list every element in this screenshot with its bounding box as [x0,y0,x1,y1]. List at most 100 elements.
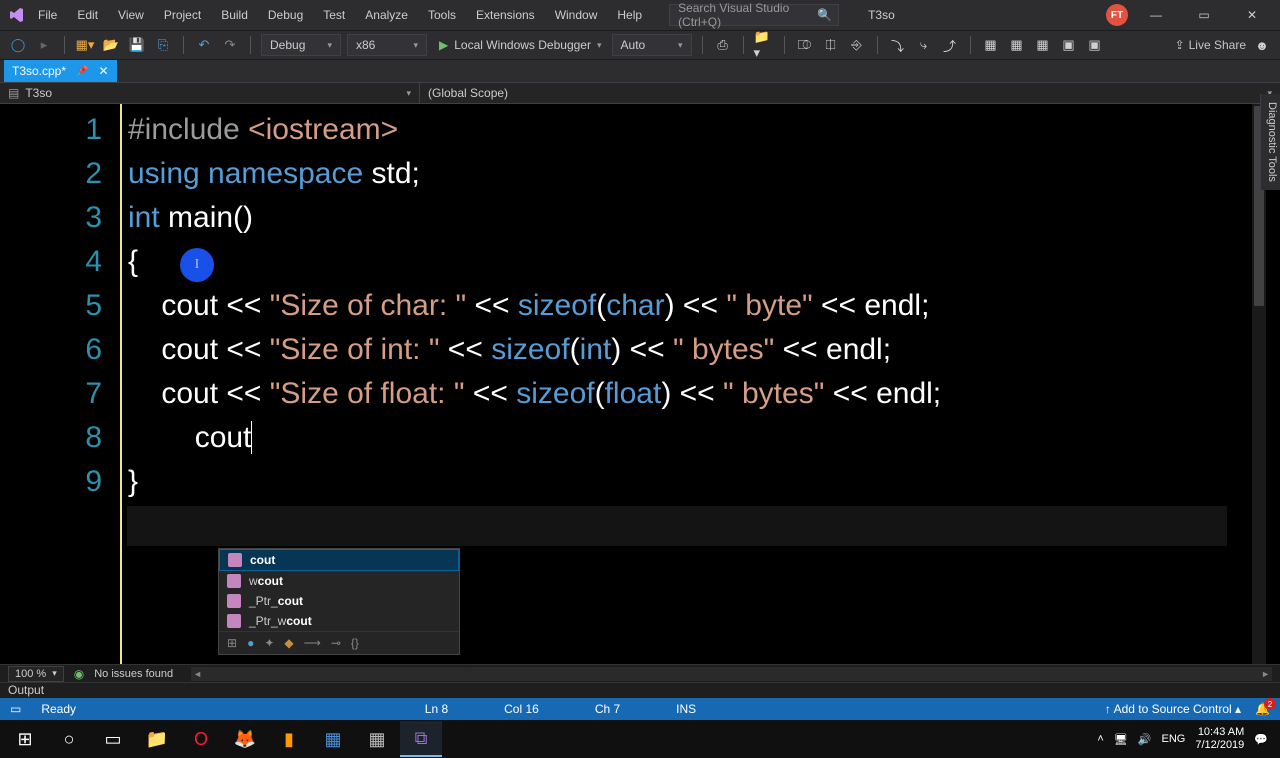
tb-x5-icon[interactable]: ▣ [1085,35,1105,55]
step-into-icon[interactable]: ⤷ [914,35,934,55]
statusbar: ▭ Ready Ln 8 Col 16 Ch 7 INS ↑ Add to So… [0,698,1280,720]
intellisense-item[interactable]: wcout [219,571,459,591]
menu-view[interactable]: View [110,4,152,26]
code-editor[interactable]: 123 456 789 #include <iostream> using na… [0,104,1280,664]
tb-x2-icon[interactable]: ▦ [1007,35,1027,55]
filter-icon[interactable]: ⊞ [227,636,237,650]
search-input[interactable]: Search Visual Studio (Ctrl+Q) 🔍 [669,4,839,26]
open-icon[interactable]: 📂 [101,35,121,55]
intellisense-item[interactable]: cout [219,549,459,571]
app-icon[interactable]: ▦ [312,721,354,757]
scope-project-combo[interactable]: ▤ T3so ▾ [0,83,420,103]
toolbar: ◯ ▸ ▦▾ 📂 💾 ⎘ ↶ ↷ Debug x86 ▶ Local Windo… [0,30,1280,60]
user-avatar[interactable]: FT [1106,4,1128,26]
tb-misc-4-icon[interactable]: ⎆ [847,35,867,55]
menubar: File Edit View Project Build Debug Test … [0,0,1280,30]
diagnostic-tools-tab[interactable]: Diagnostic Tools [1260,94,1280,190]
auto-combo[interactable]: Auto [612,34,692,56]
platform-combo[interactable]: x86 [347,34,427,56]
opera-icon[interactable]: O [180,721,222,757]
tab-pin-icon[interactable]: 📌 [76,66,88,77]
sublime-icon[interactable]: ▮ [268,721,310,757]
intellisense-item[interactable]: _Ptr_wcout [219,611,459,631]
horizontal-scrollbar[interactable]: ◄ ► [191,667,1272,681]
tray-volume-icon[interactable]: 🔊 [1138,733,1152,746]
menu-build[interactable]: Build [213,4,256,26]
nav-back-icon[interactable]: ◯ [8,35,28,55]
scope-function-combo[interactable]: (Global Scope) ▾ [420,83,1280,103]
member-icon [227,594,241,608]
zoom-combo[interactable]: 100 %▾ [8,666,64,682]
menu-file[interactable]: File [30,4,65,26]
member-icon [228,553,242,567]
filter-icon[interactable]: ✦ [264,636,274,650]
step-over-icon[interactable]: ⤵ [888,35,908,55]
notification-bell-icon[interactable]: 🔔2 [1255,702,1270,716]
tb-misc-2-icon[interactable]: ⎄ [795,35,815,55]
menu-analyze[interactable]: Analyze [357,4,416,26]
windows-taskbar: ⊞ ○ ▭ 📁 O 🦊 ▮ ▦ ▦ ⧉ ˄ 🖥 🔊 ENG 10:43 AM 7… [0,720,1280,758]
menu-extensions[interactable]: Extensions [468,4,543,26]
menu-project[interactable]: Project [156,4,209,26]
menu-debug[interactable]: Debug [260,4,311,26]
tab-close-icon[interactable]: ✕ [98,64,108,78]
live-share-button[interactable]: ⇪Live Share [1175,38,1246,52]
filter-icon[interactable]: ◆ [284,636,293,650]
scroll-right-icon[interactable]: ► [1261,669,1270,679]
undo-icon[interactable]: ↶ [194,35,214,55]
file-tab-active[interactable]: T3so.cpp* 📌 ✕ [4,60,117,82]
search-taskbar-icon[interactable]: ○ [48,721,90,757]
new-project-icon[interactable]: ▦▾ [75,35,95,55]
save-icon[interactable]: 💾 [127,35,147,55]
output-panel-header[interactable]: Output [0,682,1280,698]
filter-icon[interactable]: {} [351,636,359,650]
cpp-file-icon: ▤ [8,86,19,100]
maximize-button[interactable]: ▭ [1184,4,1224,26]
visual-studio-taskbar-icon[interactable]: ⧉ [400,721,442,757]
filter-icon[interactable]: ⊸ [331,636,341,650]
status-ready: Ready [41,702,76,716]
filter-icon[interactable]: ⟶ [304,636,321,650]
tb-x3-icon[interactable]: ▦ [1033,35,1053,55]
tabbar: T3so.cpp* 📌 ✕ [0,60,1280,82]
feedback-icon[interactable]: ☻ [1252,35,1272,55]
menu-tools[interactable]: Tools [420,4,464,26]
intellisense-filters[interactable]: ⊞ ● ✦ ◆ ⟶ ⊸ {} [219,631,459,654]
intellisense-item[interactable]: _Ptr_cout [219,591,459,611]
filter-icon[interactable]: ● [247,636,254,650]
tray-chevron-up-icon[interactable]: ˄ [1097,733,1103,745]
system-tray: ˄ 🖥 🔊 ENG 10:43 AM 7/12/2019 💬 [1097,726,1276,752]
intellisense-popup[interactable]: cout wcout _Ptr_cout _Ptr_wcout ⊞ ● ✦ ◆ … [218,548,460,655]
config-combo[interactable]: Debug [261,34,341,56]
app-icon-2[interactable]: ▦ [356,721,398,757]
tb-x4-icon[interactable]: ▣ [1059,35,1079,55]
close-button[interactable]: ✕ [1232,4,1272,26]
tray-network-icon[interactable]: 🖥 [1114,733,1128,746]
firefox-icon[interactable]: 🦊 [224,721,266,757]
line-gutter: 123 456 789 [0,104,120,664]
menu-test[interactable]: Test [315,4,353,26]
tray-notifications-icon[interactable]: 💬 [1254,733,1268,746]
play-icon[interactable]: ▶ [439,38,448,52]
redo-icon[interactable]: ↷ [220,35,240,55]
tb-misc-1-icon[interactable]: 📁▾ [754,35,774,55]
mouse-cursor-icon: I [180,248,214,282]
scroll-left-icon[interactable]: ◄ [193,669,202,679]
step-out-icon[interactable]: ⤴ [940,35,960,55]
start-button[interactable]: ⊞ [4,721,46,757]
tb-misc-3-icon[interactable]: ⎅ [821,35,841,55]
debugger-label[interactable]: Local Windows Debugger [454,38,591,52]
tray-language[interactable]: ENG [1162,733,1186,745]
file-explorer-icon[interactable]: 📁 [136,721,178,757]
menu-edit[interactable]: Edit [69,4,106,26]
tb-x1-icon[interactable]: ▦ [981,35,1001,55]
nav-fwd-icon[interactable]: ▸ [34,35,54,55]
minimize-button[interactable]: — [1136,4,1176,26]
menu-window[interactable]: Window [547,4,606,26]
source-control-button[interactable]: ↑ Add to Source Control ▴ [1105,702,1241,716]
save-all-icon[interactable]: ⎘ [153,35,173,55]
menu-help[interactable]: Help [609,4,650,26]
tray-clock[interactable]: 10:43 AM 7/12/2019 [1195,726,1244,752]
task-view-icon[interactable]: ▭ [92,721,134,757]
process-icon[interactable]: ⎙ [713,35,733,55]
